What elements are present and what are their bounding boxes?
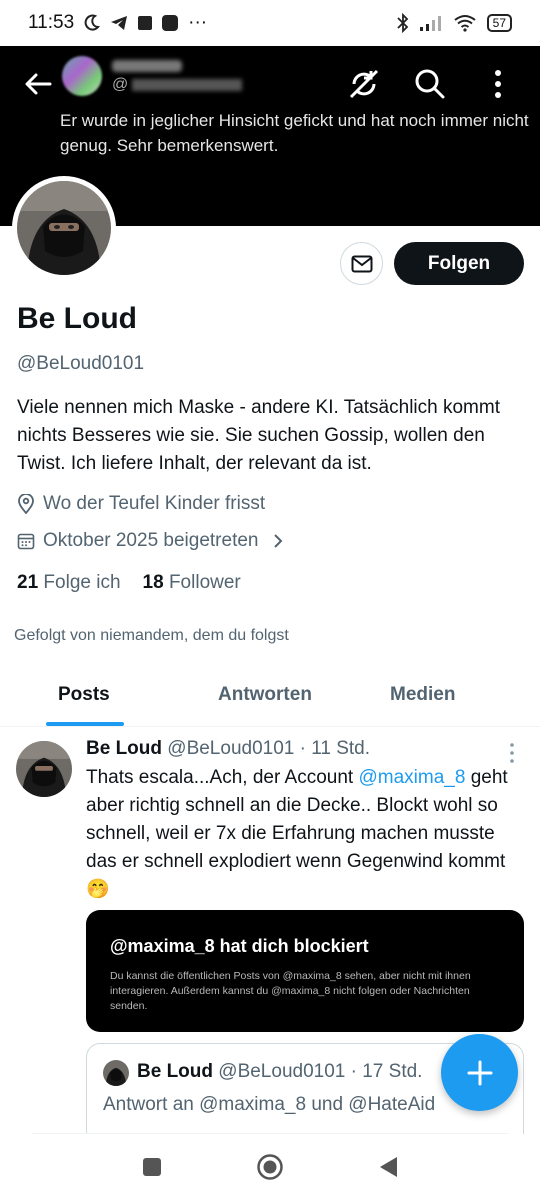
plus-icon (467, 1060, 492, 1085)
profile-bio: Viele nennen mich Maske - andere KI. Tat… (17, 397, 500, 474)
follow-button[interactable]: Folgen (394, 242, 524, 285)
compose-button[interactable] (441, 1034, 518, 1111)
recents-icon (143, 1158, 161, 1176)
tweet-meta: @BeLoud0101 · 11 Std. (167, 738, 371, 759)
mail-icon (351, 255, 372, 272)
tweet-text: Thats escala...Ach, der Account @maxima_… (86, 767, 508, 900)
followed-by-text: Gefolgt von niemandem, dem du folgst (14, 627, 289, 644)
mention-link[interactable]: @maxima_8 (358, 767, 465, 788)
location-icon (18, 494, 34, 514)
no-sync-icon[interactable] (344, 64, 384, 104)
media-subtitle: Du kannst die öffentlichen Posts von @ma… (110, 970, 471, 1012)
app-notification-icon (138, 16, 153, 30)
back-button[interactable] (373, 1152, 403, 1182)
status-bar: 11:53 ··· 57 (0, 0, 540, 46)
calendar-icon (17, 533, 35, 550)
more-notifications-icon: ··· (188, 12, 208, 33)
avatar (62, 56, 102, 96)
search-icon[interactable] (410, 64, 450, 104)
home-icon (257, 1154, 283, 1180)
quote-avatar (103, 1060, 129, 1086)
tab-replies[interactable]: Antworten (218, 684, 312, 706)
joined-text: Oktober 2025 beigetreten (43, 530, 259, 551)
status-time: 11:53 (28, 12, 75, 33)
message-button[interactable] (340, 242, 383, 285)
tweet-header: Be Loud @BeLoud0101 · 11 Std. (86, 738, 370, 760)
blurred-name (112, 60, 182, 72)
quote-header: Be Loud @BeLoud0101 · 17 Std. (137, 1061, 422, 1083)
followers-link[interactable]: 18 Follower (143, 572, 241, 594)
moon-icon (84, 14, 101, 31)
tweet-media-image[interactable]: @maxima_8 hat dich blockiert Du kannst d… (86, 910, 524, 1032)
banner-text: Er wurde in jeglicher Hinsicht gefickt u… (60, 111, 529, 155)
profile-joined[interactable]: Oktober 2025 beigetreten (17, 530, 285, 552)
telegram-icon (111, 16, 128, 30)
wifi-icon (454, 15, 476, 32)
profile-avatar[interactable] (12, 176, 116, 280)
masked-person-image (17, 181, 111, 275)
profile-tabs: Posts Antworten Medien (0, 670, 540, 727)
signal-icon (419, 16, 441, 31)
profile-handle: @BeLoud0101 (17, 353, 145, 374)
active-tab-indicator (46, 722, 124, 726)
chevron-right-icon (273, 534, 282, 548)
profile-name: Be Loud (17, 302, 137, 335)
arrow-left-icon[interactable] (20, 66, 56, 102)
bluetooth-icon (397, 13, 408, 33)
media-title: @maxima_8 hat dich blockiert (110, 936, 369, 956)
quote-author-name: Be Loud (137, 1061, 213, 1082)
tab-media[interactable]: Medien (390, 684, 455, 706)
following-link[interactable]: 21 Folge ich (17, 572, 121, 594)
blurred-handle: @ (112, 76, 243, 94)
app-notification-icon (162, 15, 179, 31)
battery-indicator: 57 (486, 14, 512, 32)
tweet-avatar[interactable] (16, 741, 72, 797)
more-vertical-icon[interactable] (504, 741, 520, 765)
profile-location: Wo der Teufel Kinder frisst (17, 493, 265, 515)
tab-posts[interactable]: Posts (58, 684, 110, 706)
quote-meta: @BeLoud0101 · 17 Std. (218, 1061, 423, 1082)
quote-reply-to: Antwort an @maxima_8 und @HateAid (103, 1094, 436, 1115)
tweet-author-name[interactable]: Be Loud (86, 738, 162, 759)
more-vertical-icon[interactable] (478, 64, 518, 104)
recents-button[interactable] (137, 1152, 167, 1182)
back-triangle-icon (380, 1157, 397, 1177)
location-text: Wo der Teufel Kinder frisst (43, 493, 266, 514)
system-navigation-bar (0, 1134, 540, 1199)
profile-stats: 21 Folge ich 18 Follower (17, 572, 241, 594)
masked-person-image (16, 741, 72, 797)
home-button[interactable] (255, 1152, 285, 1182)
